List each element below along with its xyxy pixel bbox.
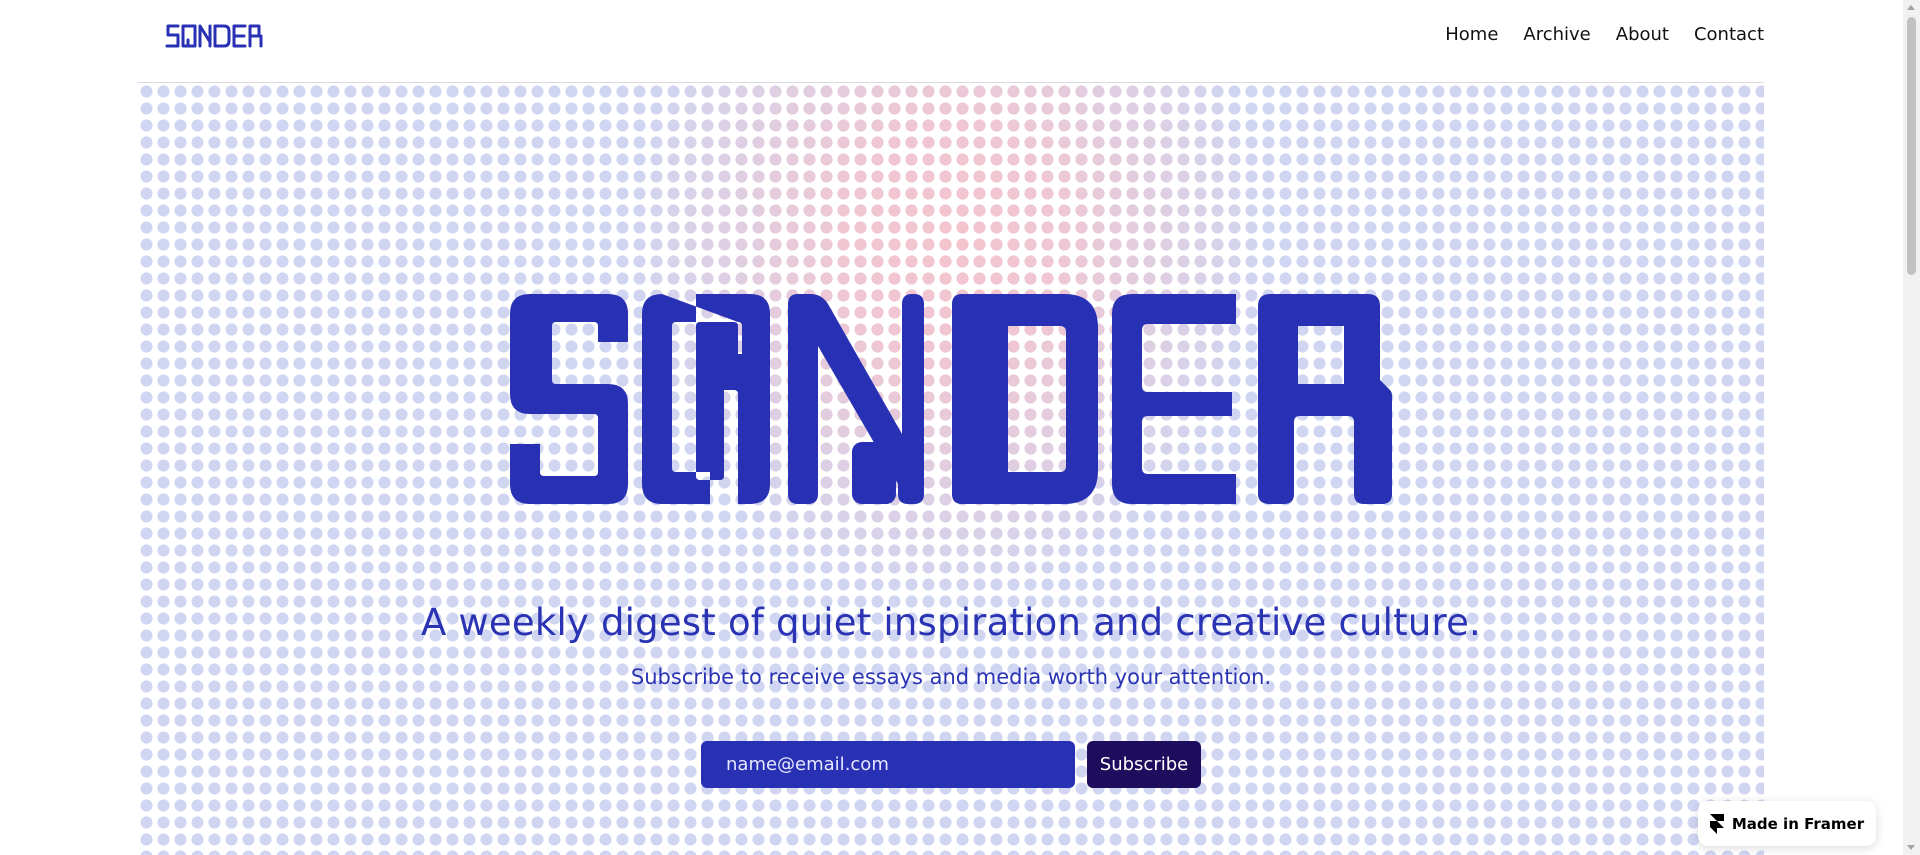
hero-tagline: A weekly digest of quiet inspiration and…	[420, 601, 1482, 644]
nav-archive[interactable]: Archive	[1523, 24, 1590, 45]
made-in-framer-badge[interactable]: Made in Framer	[1698, 801, 1876, 846]
hero-section: A weekly digest of quiet inspiration and…	[138, 83, 1764, 855]
badge-label: Made in Framer	[1731, 814, 1865, 833]
sonder-logo[interactable]	[164, 22, 264, 50]
nav-contact[interactable]: Contact	[1694, 24, 1764, 45]
email-input[interactable]	[701, 741, 1075, 788]
site-header: Home Archive About Contact	[138, 0, 1764, 83]
vertical-scrollbar[interactable]	[1903, 0, 1920, 855]
hero-subtagline: Subscribe to receive essays and media wo…	[630, 665, 1272, 689]
nav-home[interactable]: Home	[1445, 24, 1498, 45]
scroll-thumb[interactable]	[1907, 17, 1916, 275]
framer-logo-icon	[1709, 813, 1724, 834]
subscribe-button[interactable]: Subscribe	[1087, 741, 1201, 788]
scroll-down-arrow-icon[interactable]	[1907, 845, 1915, 850]
scroll-up-arrow-icon[interactable]	[1907, 5, 1915, 10]
sonder-wordmark	[510, 294, 1392, 504]
main-nav: Home Archive About Contact	[1445, 24, 1764, 45]
page: Home Archive About Contact A weekly dige…	[0, 0, 1920, 855]
nav-about[interactable]: About	[1616, 24, 1669, 45]
